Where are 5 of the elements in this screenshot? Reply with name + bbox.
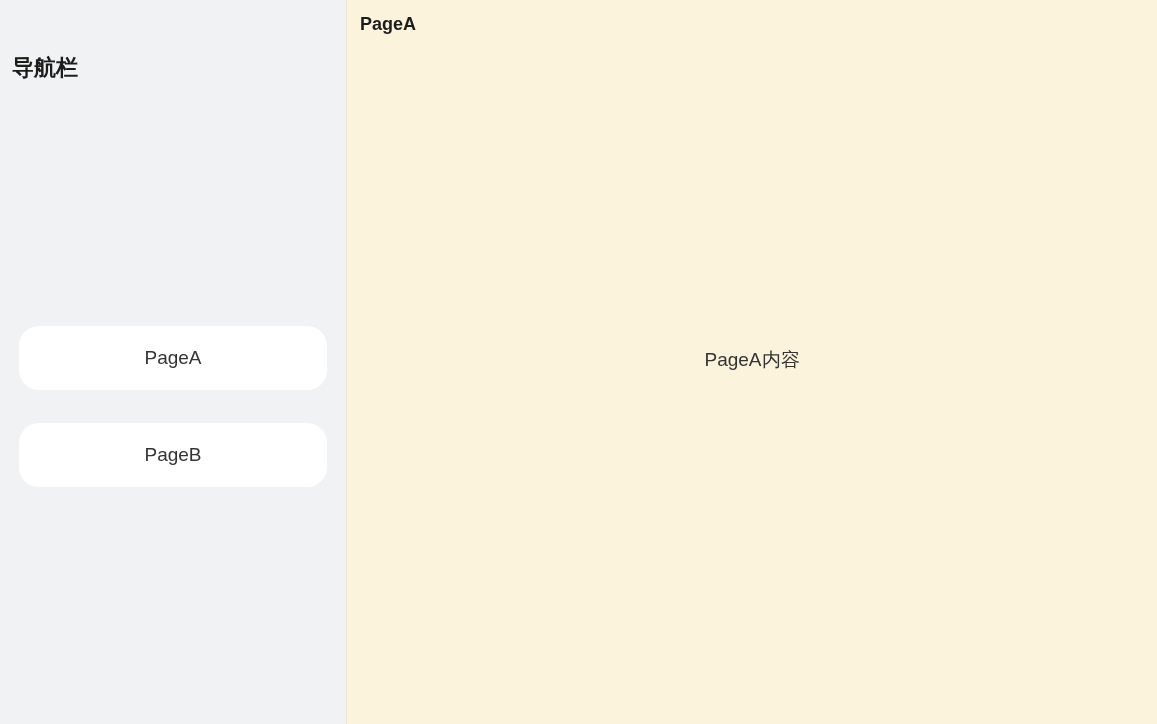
nav-button[interactable]: PageA [19,326,327,390]
page-title: PageA [359,13,418,36]
sidebar-title: 导航栏 [12,54,79,82]
nav-button[interactable]: PageB [19,423,327,487]
page-content-text: PageA内容 [704,348,800,372]
